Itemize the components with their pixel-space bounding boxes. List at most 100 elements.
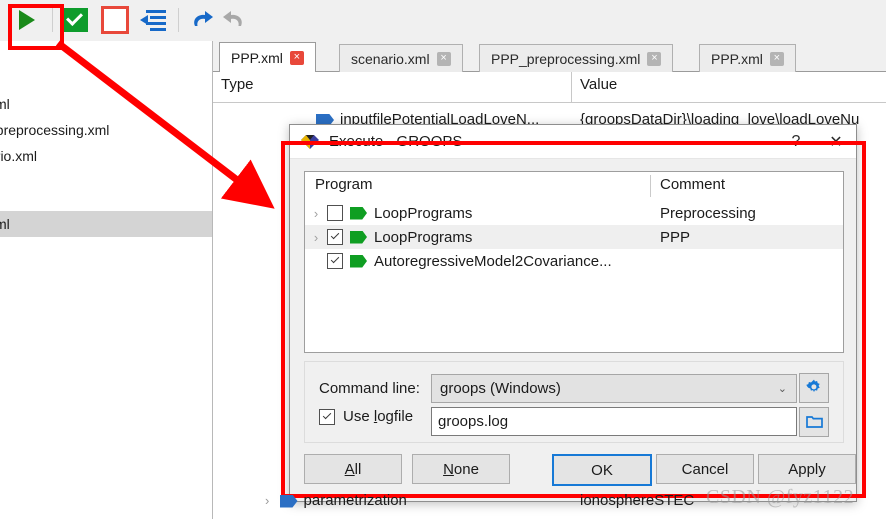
column-divider[interactable] [650, 175, 651, 197]
tab-label: PPP.xml [711, 50, 763, 67]
gem-icon [300, 134, 320, 150]
program-tree[interactable]: Program Comment › LoopPrograms Preproces… [304, 171, 844, 353]
column-divider[interactable] [571, 72, 572, 102]
file-name: xml [0, 216, 10, 232]
table-row[interactable]: › parametrization [265, 492, 407, 509]
logfile-value: groops.log [438, 413, 509, 430]
toolbar-separator-2 [178, 8, 179, 32]
ok-button-label: OK [591, 461, 613, 479]
column-header-type[interactable]: Type [221, 76, 254, 93]
tab-label: PPP_preprocessing.xml [491, 50, 641, 67]
chevron-down-icon[interactable]: ⌄ [778, 382, 792, 395]
dialog-title-bar[interactable]: Execute - GROOPS ? ✕ [290, 125, 856, 159]
column-header-comment[interactable]: Comment [660, 176, 725, 193]
close-icon[interactable]: × [647, 51, 662, 66]
command-line-value: groops (Windows) [440, 380, 561, 397]
none-button-label: None [443, 460, 479, 478]
list-item[interactable]: xml [0, 91, 212, 117]
row-type: parametrization [303, 492, 407, 509]
column-header-program[interactable]: Program [315, 176, 373, 193]
use-logfile-label: Use logfile [343, 408, 414, 425]
tab-label: scenario.xml [351, 50, 430, 67]
list-item[interactable]: ario.xml [0, 143, 212, 169]
tab-ppp-xml-2[interactable]: PPP.xml × [699, 44, 796, 72]
table-row-value[interactable]: ionosphereSTEC [580, 492, 694, 509]
apply-button[interactable]: Apply [758, 454, 856, 484]
folder-icon [805, 414, 823, 431]
file-name: _preprocessing.xml [0, 122, 110, 138]
settings-group: Command line: groops (Windows) ⌄ Use log… [304, 361, 844, 443]
command-line-settings-button[interactable] [799, 373, 829, 403]
program-tree-header: Program Comment [305, 172, 843, 201]
close-icon[interactable]: × [436, 51, 451, 66]
help-button[interactable]: ? [776, 125, 816, 158]
indent-icon [140, 9, 166, 31]
dialog-title: Execute - GROOPS [329, 133, 463, 150]
cancel-button[interactable]: Cancel [656, 454, 754, 484]
program-icon [350, 230, 367, 244]
undo-icon [188, 9, 214, 31]
gear-icon [806, 379, 822, 398]
tab-ppp-preprocessing-xml[interactable]: PPP_preprocessing.xml × [479, 44, 674, 72]
use-logfile-checkbox-row[interactable]: Use logfile [319, 408, 413, 425]
logfile-input[interactable]: groops.log [431, 407, 797, 436]
tree-row-comment: Preprocessing [660, 204, 756, 222]
stop-button[interactable] [98, 4, 132, 36]
use-logfile-checkbox[interactable] [319, 408, 335, 425]
tab-label: PPP.xml [231, 49, 283, 66]
table-header: Type Value [213, 72, 886, 103]
application-window: xml _preprocessing.xml ario.xml xml PPP.… [0, 0, 886, 519]
tree-row-autoregressivemodel2covariance[interactable]: AutoregressiveModel2Covariance... [305, 249, 843, 273]
tree-row-program: AutoregressiveModel2Covariance... [374, 252, 612, 270]
tree-row-comment: PPP [660, 228, 691, 246]
close-icon[interactable]: × [769, 51, 784, 66]
run-button[interactable] [8, 4, 42, 36]
row-checkbox[interactable] [327, 229, 343, 245]
close-button[interactable]: ✕ [816, 125, 856, 158]
undo-button[interactable] [184, 4, 218, 36]
file-name: ario.xml [0, 148, 38, 164]
redo-button[interactable] [218, 4, 252, 36]
tree-row-program: LoopPrograms [374, 204, 473, 222]
none-button[interactable]: None [412, 454, 510, 484]
stop-icon [101, 6, 129, 34]
tree-row-loopprograms-preprocessing[interactable]: › LoopPrograms Preprocessing [305, 201, 843, 225]
toolbar-separator-1 [52, 8, 53, 32]
check-icon [62, 8, 88, 32]
tab-strip: PPP.xml × scenario.xml × PPP_preprocessi… [213, 41, 886, 72]
toolbar [0, 0, 886, 42]
indent-button[interactable] [136, 4, 170, 36]
column-header-value[interactable]: Value [580, 76, 617, 93]
validate-button[interactable] [58, 4, 92, 36]
cancel-button-label: Cancel [681, 460, 729, 478]
row-value: ionosphereSTEC [580, 492, 695, 509]
element-icon [279, 494, 298, 508]
play-icon [19, 10, 35, 30]
tab-ppp-xml-1[interactable]: PPP.xml × [219, 42, 316, 72]
row-checkbox[interactable] [327, 205, 343, 221]
chevron-right-icon[interactable]: › [305, 230, 327, 245]
file-list-panel[interactable]: xml _preprocessing.xml ario.xml xml [0, 41, 213, 519]
command-line-select[interactable]: groops (Windows) ⌄ [431, 374, 797, 403]
logfile-browse-button[interactable] [799, 407, 829, 437]
list-item[interactable]: xml [0, 211, 212, 237]
all-button[interactable]: All [304, 454, 402, 484]
chevron-right-icon[interactable]: › [265, 493, 269, 508]
tree-row-program: LoopPrograms [374, 228, 473, 246]
all-button-label: All [344, 460, 362, 478]
close-icon[interactable]: × [289, 50, 304, 65]
program-icon [350, 206, 367, 220]
apply-button-label: Apply [788, 460, 826, 478]
execute-dialog: Execute - GROOPS ? ✕ Program Comment › L… [289, 124, 857, 502]
row-checkbox[interactable] [327, 253, 343, 269]
redo-icon [222, 9, 248, 31]
command-line-label: Command line: [319, 380, 420, 397]
dialog-body: Program Comment › LoopPrograms Preproces… [290, 158, 856, 501]
chevron-right-icon[interactable]: › [305, 206, 327, 221]
program-icon [350, 254, 367, 268]
file-name: xml [0, 96, 10, 112]
ok-button[interactable]: OK [552, 454, 652, 486]
list-item[interactable]: _preprocessing.xml [0, 117, 212, 143]
tree-row-loopprograms-ppp[interactable]: › LoopPrograms PPP [305, 225, 843, 249]
tab-scenario-xml[interactable]: scenario.xml × [339, 44, 463, 72]
